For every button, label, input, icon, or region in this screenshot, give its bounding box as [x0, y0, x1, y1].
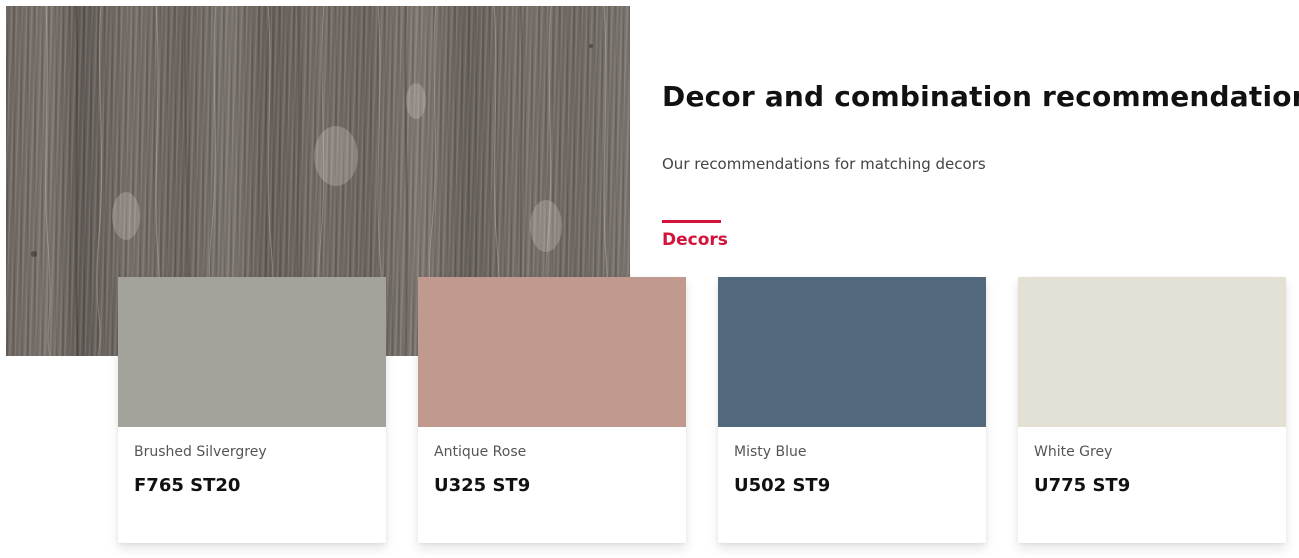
- decor-card-antique-rose[interactable]: Antique Rose U325 ST9: [418, 277, 686, 543]
- section-subtitle: Our recommendations for matching decors: [662, 155, 986, 173]
- decor-card-brushed-silvergrey[interactable]: Brushed Silvergrey F765 ST20: [118, 277, 386, 543]
- decor-name: White Grey: [1034, 444, 1113, 460]
- decor-recommendations-section: Decor and combination recommendations Ou…: [0, 0, 1299, 558]
- decor-swatch: [718, 277, 986, 427]
- decor-code: U775 ST9: [1034, 475, 1131, 496]
- decor-card-white-grey[interactable]: White Grey U775 ST9: [1018, 277, 1286, 543]
- decor-code: F765 ST20: [134, 475, 241, 496]
- decor-card-misty-blue[interactable]: Misty Blue U502 ST9: [718, 277, 986, 543]
- decor-swatch: [118, 277, 386, 427]
- decor-code: U325 ST9: [434, 475, 531, 496]
- decor-name: Antique Rose: [434, 444, 527, 460]
- section-title: Decor and combination recommendations: [662, 80, 1299, 113]
- decor-name: Misty Blue: [734, 444, 807, 460]
- decor-swatch: [1018, 277, 1286, 427]
- decor-swatch: [418, 277, 686, 427]
- decor-name: Brushed Silvergrey: [134, 444, 267, 460]
- decor-code: U502 ST9: [734, 475, 831, 496]
- tab-decors[interactable]: Decors: [662, 220, 728, 250]
